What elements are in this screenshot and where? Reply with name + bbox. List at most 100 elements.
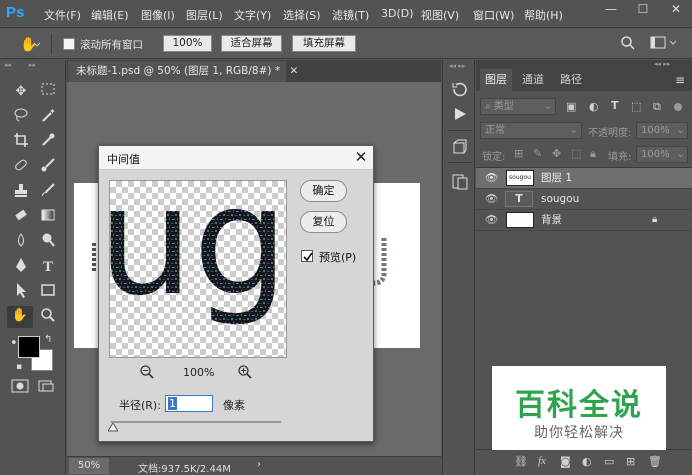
fill-input[interactable]: 100% ⌄ bbox=[636, 146, 688, 163]
properties-panel-icon[interactable] bbox=[451, 173, 469, 194]
tab-layers[interactable]: 图层 bbox=[480, 69, 512, 91]
document-tab[interactable]: 未标题-1.psd @ 50% (图层 1, RGB/8#) * ✕ bbox=[68, 61, 298, 82]
scroll-all-checkbox[interactable] bbox=[63, 38, 75, 50]
screen-mode-icon[interactable] bbox=[38, 379, 58, 396]
menu-image[interactable]: 图像(I) bbox=[141, 7, 175, 23]
menu-help[interactable]: 帮助(H) bbox=[524, 7, 563, 23]
menu-file[interactable]: 文件(F) bbox=[44, 7, 81, 23]
status-menu-arrow-icon[interactable]: › bbox=[257, 459, 261, 470]
actions-panel-icon[interactable] bbox=[452, 106, 468, 125]
radius-slider-track[interactable] bbox=[111, 421, 281, 423]
move-tool-icon[interactable]: ✥ bbox=[10, 82, 32, 102]
dialog-titlebar[interactable]: 中间值 ✕ bbox=[99, 146, 373, 170]
pen-tool-icon[interactable] bbox=[10, 257, 32, 277]
magic-wand-tool-icon[interactable]: ✦ bbox=[37, 107, 59, 127]
zoom-in-icon[interactable] bbox=[237, 364, 253, 383]
hand-tool-preset-icon[interactable]: ✋ bbox=[18, 34, 41, 54]
tab-channels[interactable]: 通道 bbox=[516, 69, 550, 91]
filter-toggle-icon[interactable] bbox=[674, 103, 682, 111]
close-window-button[interactable]: ✕ bbox=[661, 0, 691, 20]
dialog-close-icon[interactable]: ✕ bbox=[351, 148, 371, 168]
panel-menu-icon[interactable]: ≡ bbox=[675, 73, 685, 87]
workspace-icon[interactable] bbox=[650, 35, 680, 54]
menu-type[interactable]: 文字(Y) bbox=[234, 7, 271, 23]
menu-filter[interactable]: 滤镜(T) bbox=[332, 7, 369, 23]
maximize-button[interactable]: ☐ bbox=[628, 0, 658, 20]
lock-pixels-icon[interactable]: ✎ bbox=[533, 147, 542, 160]
link-layers-icon[interactable]: ⛓︎ bbox=[514, 455, 528, 468]
delete-layer-icon[interactable]: 🗑︎ bbox=[648, 455, 662, 468]
menu-select[interactable]: 选择(S) bbox=[283, 7, 321, 23]
lock-artboard-icon[interactable]: ⬚ bbox=[571, 147, 581, 160]
stamp-tool-icon[interactable] bbox=[10, 182, 32, 202]
visibility-eye-icon[interactable]: 👁︎ bbox=[485, 189, 498, 209]
filter-shape-icon[interactable]: ⬚ bbox=[631, 100, 641, 113]
hand-tool-icon[interactable]: ✋ bbox=[7, 306, 33, 328]
close-tab-icon[interactable]: ✕ bbox=[289, 65, 298, 77]
visibility-eye-icon[interactable]: 👁︎ bbox=[485, 210, 498, 230]
default-colors-icon[interactable]: ▪ bbox=[16, 362, 22, 372]
brush-tool-icon[interactable] bbox=[37, 157, 59, 177]
filter-preview[interactable]: ug bbox=[109, 180, 287, 358]
menu-layer[interactable]: 图层(L) bbox=[186, 7, 223, 23]
layer-row[interactable]: 👁︎ 背景 🔒︎ bbox=[476, 210, 692, 231]
lasso-tool-icon[interactable] bbox=[10, 107, 32, 127]
ok-button[interactable]: 确定 bbox=[300, 180, 347, 202]
gradient-tool-icon[interactable] bbox=[37, 207, 59, 227]
adjustment-layer-icon[interactable]: ◐ bbox=[582, 455, 592, 468]
crop-tool-icon[interactable] bbox=[10, 132, 32, 152]
eraser-tool-icon[interactable] bbox=[10, 207, 32, 227]
history-brush-tool-icon[interactable] bbox=[37, 182, 59, 202]
zoom-level-field[interactable]: 50% bbox=[69, 458, 109, 474]
eyedropper-tool-icon[interactable] bbox=[37, 132, 59, 152]
type-tool-icon[interactable]: T bbox=[37, 257, 59, 277]
layer-filter-select[interactable]: ⌕ 类型 ⌄ bbox=[480, 98, 556, 115]
dodge-tool-icon[interactable] bbox=[37, 232, 59, 252]
filter-type-icon[interactable]: T bbox=[611, 99, 619, 112]
menu-3d[interactable]: 3D(D) bbox=[381, 7, 414, 20]
blur-tool-icon[interactable] bbox=[10, 232, 32, 252]
preview-checkbox[interactable] bbox=[301, 250, 313, 262]
history-panel-icon[interactable] bbox=[451, 80, 469, 101]
opacity-input[interactable]: 100% ⌄ bbox=[636, 122, 688, 139]
marquee-tool-icon[interactable] bbox=[37, 82, 59, 102]
reset-button[interactable]: 复位 bbox=[300, 211, 347, 233]
rectangle-tool-icon[interactable] bbox=[37, 282, 59, 302]
minimize-button[interactable]: — bbox=[596, 0, 626, 20]
layer-name[interactable]: 图层 1 bbox=[541, 168, 572, 188]
tab-paths[interactable]: 路径 bbox=[554, 69, 588, 91]
lock-position-icon[interactable]: ✥ bbox=[552, 147, 561, 160]
add-mask-icon[interactable]: ◙ bbox=[560, 455, 571, 468]
layer-name[interactable]: sougou bbox=[541, 189, 579, 209]
zoom-tool-icon[interactable] bbox=[37, 307, 59, 327]
fit-screen-button[interactable]: 适合屏幕 bbox=[221, 35, 282, 52]
lock-all-icon[interactable]: 🔒︎ bbox=[590, 147, 596, 161]
menu-window[interactable]: 窗口(W) bbox=[473, 7, 514, 23]
menu-view[interactable]: 视图(V) bbox=[421, 7, 459, 23]
new-layer-icon[interactable]: ⊞ bbox=[626, 455, 635, 468]
layer-row[interactable]: 👁︎ T sougou bbox=[476, 189, 692, 210]
layer-row[interactable]: 👁︎ sougou 图层 1 bbox=[476, 168, 692, 189]
new-group-icon[interactable]: ▭ bbox=[604, 455, 614, 468]
foreground-color-swatch-front[interactable] bbox=[18, 336, 40, 358]
filter-smart-object-icon[interactable]: ⧉ bbox=[653, 100, 661, 114]
blend-mode-select[interactable]: 正常 ⌄ bbox=[480, 122, 582, 139]
fill-screen-button[interactable]: 填充屏幕 bbox=[292, 35, 356, 52]
filter-pixel-icon[interactable]: ▣ bbox=[566, 100, 576, 113]
lock-transparent-icon[interactable]: ⊞ bbox=[514, 147, 523, 160]
layer-name[interactable]: 背景 bbox=[541, 210, 562, 230]
3d-panel-icon[interactable] bbox=[451, 138, 469, 159]
radius-slider-handle[interactable] bbox=[107, 422, 119, 435]
path-selection-tool-icon[interactable] bbox=[10, 282, 32, 302]
zoom-out-icon[interactable] bbox=[139, 364, 155, 383]
healing-brush-tool-icon[interactable] bbox=[10, 157, 32, 177]
filter-adjustment-icon[interactable]: ◐ bbox=[589, 100, 599, 113]
visibility-eye-icon[interactable]: 👁︎ bbox=[485, 168, 498, 188]
swap-colors-icon[interactable]: ↰ bbox=[44, 334, 52, 345]
layer-style-icon[interactable]: fx bbox=[538, 455, 546, 467]
menu-edit[interactable]: 编辑(E) bbox=[91, 7, 129, 23]
radius-input[interactable]: 1 bbox=[165, 395, 213, 412]
search-icon[interactable] bbox=[620, 35, 636, 54]
quick-mask-icon[interactable] bbox=[11, 379, 29, 396]
zoom-100-button[interactable]: 100% bbox=[163, 35, 212, 52]
